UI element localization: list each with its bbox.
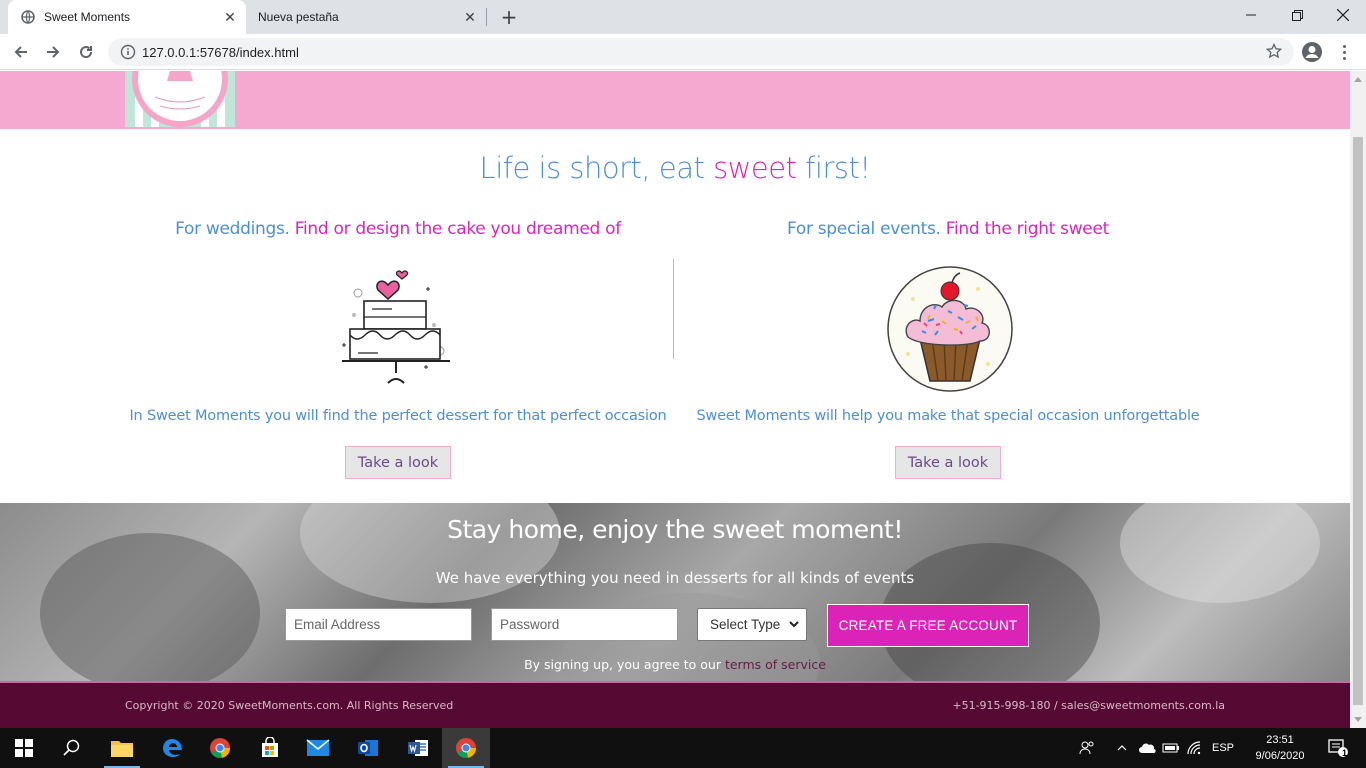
signup-section: Stay home, enjoy the sweet moment! We ha… <box>0 503 1350 681</box>
copyright-text: Copyright © 2020 SweetMoments.com. All R… <box>125 699 454 712</box>
chevron-down-icon <box>788 618 800 633</box>
arrow-right-icon <box>47 46 60 58</box>
site-logo[interactable] <box>125 71 235 127</box>
reload-button[interactable] <box>73 39 99 65</box>
headline-highlight: sweet <box>713 151 797 185</box>
minimize-button[interactable] <box>1228 0 1274 30</box>
page-viewport: Life is short, eat sweet first! For wedd… <box>0 71 1350 728</box>
start-button[interactable] <box>0 728 48 768</box>
battery-icon[interactable] <box>1160 728 1182 768</box>
events-heading-lead: For special events. <box>786 219 946 239</box>
windows-taskbar: ESP 23:51 9/06/2020 1 <box>0 728 1366 768</box>
word-icon <box>408 740 428 756</box>
signup-subtitle: We have everything you need in desserts … <box>435 569 915 587</box>
back-button[interactable] <box>8 39 34 65</box>
edge-icon <box>163 739 182 757</box>
word-taskbar-button[interactable] <box>394 728 442 768</box>
events-column: For special events. Find the right sweet… <box>668 219 1228 479</box>
wifi-icon[interactable] <box>1184 728 1206 768</box>
events-description: Sweet Moments will help you make that sp… <box>696 408 1200 424</box>
onedrive-icon[interactable] <box>1136 728 1158 768</box>
chrome-icon <box>210 738 230 758</box>
wedding-cake-image <box>328 259 468 394</box>
clock-date: 9/06/2020 <box>1255 750 1305 762</box>
headline-text: Life is short, eat <box>479 151 714 185</box>
site-header <box>0 71 1350 129</box>
close-tab-icon[interactable]: ✕ <box>220 7 240 27</box>
close-tab-icon[interactable]: ✕ <box>460 7 480 27</box>
type-select[interactable]: Select Type <box>697 608 807 641</box>
page-scrollbar[interactable] <box>1350 71 1366 728</box>
chrome-icon <box>456 738 476 758</box>
browser-tab-strip: Sweet Moments ✕ Nueva pestaña ✕ + <box>0 0 1366 34</box>
tab-separator <box>486 8 487 26</box>
type-select-value: Select Type <box>710 617 781 632</box>
edge-taskbar-button[interactable] <box>148 728 196 768</box>
restore-button[interactable] <box>1274 0 1320 30</box>
create-account-button[interactable]: CREATE A FREE ACCOUNT <box>827 604 1029 647</box>
contact-info: +51-915-998-180 / sales@sweetmoments.com… <box>952 699 1225 712</box>
new-tab-button[interactable]: + <box>498 5 520 29</box>
store-icon <box>262 737 278 757</box>
terms-notice: By signing up, you agree to our terms of… <box>0 657 1350 672</box>
search-button[interactable] <box>48 728 96 768</box>
terms-of-service-link[interactable]: terms of service <box>725 657 826 672</box>
scroll-up-arrow-icon[interactable] <box>1354 77 1362 82</box>
weddings-column: For weddings. Find or design the cake yo… <box>118 219 678 479</box>
email-field[interactable]: Email Address <box>285 608 472 641</box>
search-icon <box>63 739 80 756</box>
profile-avatar-icon[interactable] <box>1301 41 1323 63</box>
address-bar[interactable]: 127.0.0.1:57678/index.html <box>108 38 1294 66</box>
weddings-heading-lead: For weddings. <box>175 219 295 239</box>
mail-taskbar-button[interactable] <box>294 728 342 768</box>
arrow-left-icon <box>14 46 27 58</box>
input-language-indicator[interactable]: ESP <box>1208 728 1238 768</box>
globe-icon <box>20 9 36 25</box>
tab-sweet-moments[interactable]: Sweet Moments ✕ <box>8 0 246 34</box>
reload-icon <box>80 46 93 59</box>
mail-icon <box>306 739 330 756</box>
windows-logo-icon <box>15 739 33 757</box>
store-taskbar-button[interactable] <box>246 728 294 768</box>
events-take-a-look-button[interactable]: Take a look <box>895 446 1001 479</box>
url-text: 127.0.0.1:57678/index.html <box>142 44 299 60</box>
scroll-down-arrow-icon[interactable] <box>1354 717 1362 722</box>
events-heading: For special events. Find the right sweet <box>668 219 1228 239</box>
browser-toolbar: 127.0.0.1:57678/index.html <box>0 34 1366 70</box>
tab-new-tab[interactable]: Nueva pestaña ✕ <box>246 0 486 34</box>
outlook-taskbar-button[interactable] <box>344 728 392 768</box>
weddings-description: In Sweet Moments you will find the perfe… <box>129 408 667 424</box>
chrome-taskbar-button[interactable] <box>196 728 244 768</box>
password-field[interactable]: Password <box>491 608 678 641</box>
tab-title: Nueva pestaña <box>258 10 339 24</box>
forward-button[interactable] <box>40 39 66 65</box>
page-headline: Life is short, eat sweet first! <box>0 151 1350 185</box>
notification-count: 1 <box>1342 748 1348 758</box>
weddings-take-a-look-button[interactable]: Take a look <box>345 446 451 479</box>
scrollbar-thumb[interactable] <box>1353 137 1363 705</box>
signup-title: Stay home, enjoy the sweet moment! <box>447 515 903 544</box>
chrome-active-taskbar-button[interactable] <box>442 728 490 768</box>
info-icon[interactable] <box>120 44 136 60</box>
weddings-heading-rest: Find or design the cake you dreamed of <box>294 219 621 239</box>
show-hidden-icons-chevron-icon[interactable] <box>1112 728 1132 768</box>
taskbar-clock[interactable]: 23:51 9/06/2020 <box>1248 732 1312 764</box>
outlook-icon <box>358 740 378 756</box>
events-heading-rest: Find the right sweet <box>945 219 1110 239</box>
file-explorer-taskbar-button[interactable] <box>98 728 146 768</box>
close-window-button[interactable] <box>1320 0 1366 30</box>
bookmark-star-icon[interactable] <box>1265 42 1283 62</box>
site-footer: Copyright © 2020 SweetMoments.com. All R… <box>0 681 1350 728</box>
cupcake-image <box>878 259 1018 394</box>
tab-title: Sweet Moments <box>44 10 131 24</box>
headline-text-end: first! <box>796 151 871 185</box>
action-center-button[interactable]: 1 <box>1318 728 1358 768</box>
weddings-heading: For weddings. Find or design the cake yo… <box>118 219 678 239</box>
folder-icon <box>111 741 133 757</box>
terms-text: By signing up, you agree to our <box>524 657 725 672</box>
clock-time: 23:51 <box>1266 734 1294 746</box>
browser-menu-icon[interactable] <box>1336 40 1352 64</box>
people-icon[interactable] <box>1074 728 1100 768</box>
